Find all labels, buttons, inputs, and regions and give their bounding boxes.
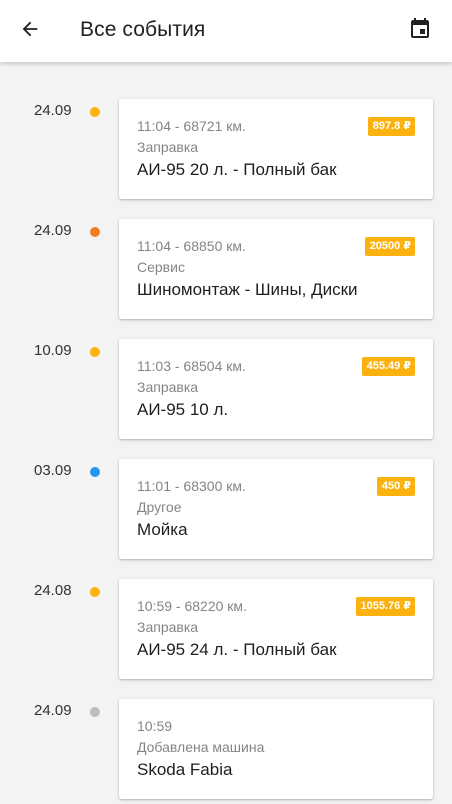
event-item: 10.09 11:03 - 68504 км. Заправка АИ-95 1… [0,339,452,439]
event-description: АИ-95 24 л. - Полный бак [137,640,337,659]
event-category: Заправка [137,139,199,155]
event-card[interactable]: 11:04 - 68721 км. Заправка АИ-95 20 л. -… [119,99,433,199]
event-meta: 11:04 - 68850 км. [137,238,246,254]
event-meta: 10:59 - 68220 км. [137,598,247,614]
event-category: Заправка [137,379,199,395]
event-dot [90,587,100,597]
event-meta: 11:03 - 68504 км. [137,358,246,374]
event-card[interactable]: 10:59 - 68220 км. Заправка АИ-95 24 л. -… [119,579,433,679]
event-meta: 10:59 [137,718,173,734]
event-category: Другое [137,499,182,515]
back-button[interactable] [12,14,48,48]
event-dot [90,707,100,717]
event-description: Шиномонтаж - Шины, Диски [137,280,358,299]
event-date: 03.09 [34,462,72,479]
event-category: Добавлена машина [137,739,265,755]
event-date: 24.09 [34,102,72,119]
event-dot [90,467,100,477]
event-description: АИ-95 20 л. - Полный бак [137,160,337,179]
calendar-button[interactable] [402,14,438,48]
event-meta: 11:01 - 68300 км. [137,478,246,494]
page-title: Все события [80,18,206,41]
event-date: 10.09 [34,342,72,359]
event-item: 24.09 11:04 - 68850 км. Сервис Шиномонта… [0,219,452,319]
event-description: АИ-95 10 л. [137,400,229,419]
price-badge: 20500 ₽ [364,237,415,256]
event-card[interactable]: 11:01 - 68300 км. Другое Мойка 450 ₽ [119,459,433,559]
event-dot [90,107,100,117]
event-description: Мойка [137,520,188,539]
event-dot [90,347,100,357]
price-badge: 1055.76 ₽ [355,597,415,616]
event-item: 24.09 11:04 - 68721 км. Заправка АИ-95 2… [0,99,452,199]
arrow-back-icon [19,18,41,45]
price-badge: 897.8 ₽ [367,117,415,136]
event-meta: 11:04 - 68721 км. [137,118,246,134]
event-category: Сервис [137,259,185,275]
event-item: 24.09 10:59 Добавлена машина Skoda Fabia [0,699,452,799]
event-card[interactable]: 11:04 - 68850 км. Сервис Шиномонтаж - Ши… [119,219,433,319]
event-date: 24.09 [34,222,72,239]
event-description: Skoda Fabia [137,760,233,779]
event-category: Заправка [137,619,199,635]
event-item: 03.09 11:01 - 68300 км. Другое Мойка 450… [0,459,452,559]
price-badge: 455.49 ₽ [361,357,415,376]
calendar-icon [408,17,432,46]
event-date: 24.08 [34,582,72,599]
event-item: 24.08 10:59 - 68220 км. Заправка АИ-95 2… [0,579,452,679]
event-dot [90,227,100,237]
app-bar: Все события [0,0,452,62]
price-badge: 450 ₽ [376,477,415,496]
event-card[interactable]: 10:59 Добавлена машина Skoda Fabia [119,699,433,799]
event-card[interactable]: 11:03 - 68504 км. Заправка АИ-95 10 л. 4… [119,339,433,439]
event-date: 24.09 [34,702,72,719]
